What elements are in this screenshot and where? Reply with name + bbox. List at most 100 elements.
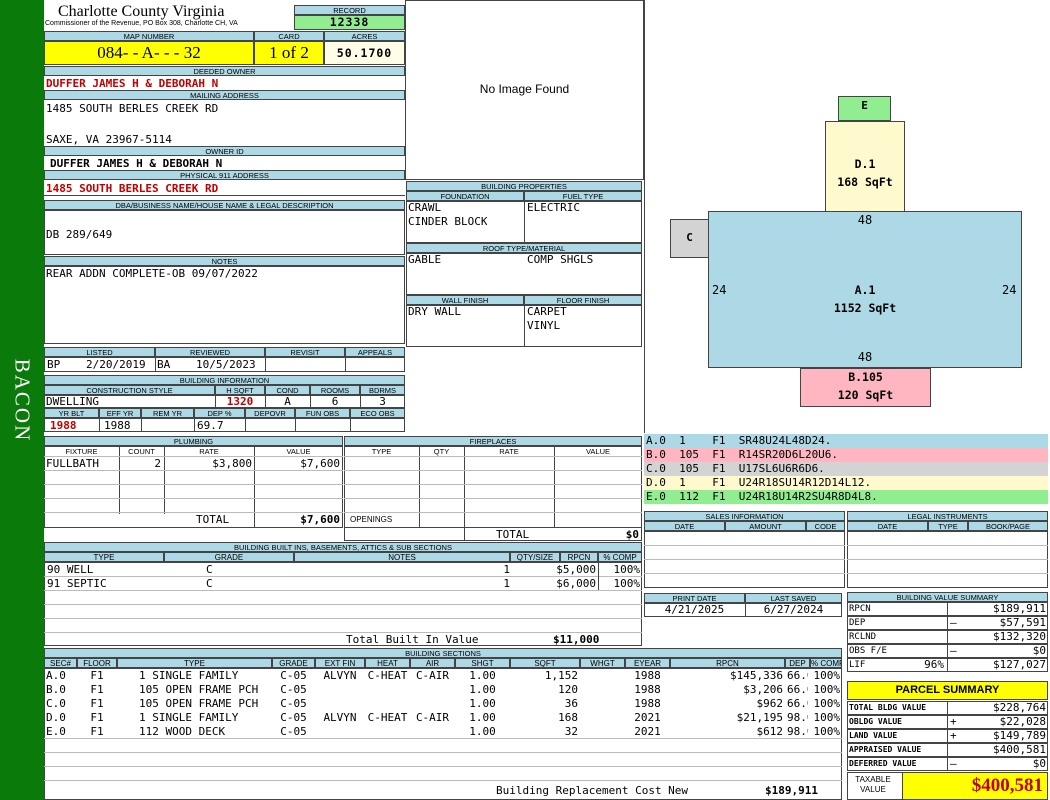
dba-label: DBA/BUSINESS NAME/HOUSE NAME & LEGAL DES…	[44, 200, 405, 210]
openings-label: OPENINGS	[350, 515, 393, 524]
dep-value: 69.7	[197, 419, 224, 432]
section-sec: C.0	[46, 697, 66, 710]
rooms-value: 6	[331, 395, 339, 408]
bvs-sign: –	[950, 645, 957, 657]
bvs-title: BUILDING VALUE SUMMARY	[847, 592, 1048, 602]
section-eyear: 1988	[634, 669, 661, 682]
sections-header-cell: SQFT	[510, 658, 580, 668]
sections-header-cell: HEAT	[365, 658, 410, 668]
section-comp: 100%	[813, 711, 841, 724]
section-grade: C-05	[280, 711, 307, 724]
legal-title: LEGAL INSTRUMENTS	[847, 511, 1048, 521]
section-eyear: 1988	[634, 697, 661, 710]
section-comp: 100%	[813, 669, 841, 682]
sections-header-cell: RPCN	[670, 658, 785, 668]
cond-value: A	[284, 395, 291, 408]
revisit-label: REVISIT	[265, 347, 345, 357]
section-floor: F1	[90, 725, 104, 738]
plumbing-value: $7,600	[300, 457, 340, 470]
section-grade: C-05	[280, 683, 307, 696]
bvs-value: $132,320	[993, 631, 1046, 643]
builtin-type: 90 WELL	[47, 563, 94, 576]
ecoobs-label: ECO OBS	[350, 408, 405, 418]
section-dep: 98.0	[787, 725, 808, 738]
section-floor: F1	[90, 669, 104, 682]
section-type: 105 OPEN FRAME PCH	[139, 683, 259, 696]
section-heat: C-HEAT	[367, 669, 408, 682]
remyr-label: REM YR	[141, 408, 194, 418]
sections-header-cell: WHGT	[580, 658, 625, 668]
bdrms-label: BDRMS	[360, 385, 405, 395]
last-saved: 6/27/2024	[763, 603, 824, 616]
sections-header-cell: AIR	[410, 658, 455, 668]
card-label: CARD	[254, 31, 324, 41]
fireplaces-total: $0	[625, 528, 639, 541]
builtins-total: $11,000	[553, 633, 600, 646]
builtins-total-label: Total Built In Value	[346, 633, 479, 646]
section-grade: C-05	[280, 669, 307, 682]
ps-label: TOTAL BLDG VALUE	[849, 703, 927, 712]
bvs-label: LIF	[849, 660, 866, 670]
section-type: 112 WOOD DECK	[139, 725, 226, 738]
bvs-pct: 96%	[924, 659, 944, 671]
builtin-qty: 1	[503, 563, 510, 576]
section-sqft: 1,152	[544, 669, 578, 682]
sections-header-cell: SEC#	[44, 658, 77, 668]
sketch-legend-row: D.0 1 F1 U24R18SU14R12D14L12.	[644, 476, 1048, 490]
section-floor: F1	[90, 697, 104, 710]
record-label: RECORD	[294, 5, 405, 15]
listed-date: 2/20/2019	[86, 358, 146, 371]
section-dep: 66.0	[787, 669, 808, 682]
building-info-title: BUILDING INFORMATION	[44, 375, 405, 385]
effyr-value: 1988	[104, 419, 131, 432]
card-number: 1 of 2	[254, 41, 324, 65]
funobs-label: FUN OBS	[295, 408, 350, 418]
section-floor: F1	[90, 683, 104, 696]
section-dep: 98.0	[787, 711, 808, 724]
ps-label: APPRAISED VALUE	[849, 745, 922, 754]
ps-value: $400,581	[993, 744, 1046, 756]
sales-title: SALES INFORMATION	[644, 511, 845, 521]
side-label: BACON	[10, 358, 35, 442]
builtin-comp: 100%	[613, 563, 641, 576]
commissioner-address: Commissioner of the Revenue, PO Box 308,…	[45, 20, 238, 27]
sketch-legend-row: A.0 1 F1 SR48U24L48D24.	[644, 434, 1048, 448]
ps-label: OBLDG VALUE	[849, 717, 902, 726]
notes-text: REAR ADDN COMPLETE-OB 09/07/2022	[46, 267, 258, 280]
section-dep: 66.0	[787, 683, 808, 696]
sections-header-cell: GRADE	[272, 658, 315, 668]
bvs-label: RPCN	[849, 604, 871, 614]
sections-header-cell: EXT FIN	[315, 658, 365, 668]
sections-header-cell: SHGT	[455, 658, 510, 668]
construction-style-label: CONSTRUCTION STYLE	[44, 385, 215, 395]
section-type: 1 SINGLE FAMILY	[139, 711, 239, 724]
section-type: 1 SINGLE FAMILY	[139, 669, 239, 682]
section-shgt: 1.00	[469, 711, 496, 724]
bvs-value: $0	[1032, 645, 1046, 657]
section-sec: E.0	[46, 725, 66, 738]
mailing-line1: 1485 SOUTH BERLES CREEK RD	[46, 102, 219, 115]
dep-label: DEP %	[194, 408, 245, 418]
physical-address: 1485 SOUTH BERLES CREEK RD	[46, 182, 219, 195]
listed-label: LISTED	[44, 347, 155, 357]
section-sqft: 36	[564, 697, 578, 710]
ps-value: $228,764	[993, 702, 1046, 714]
print-date: 4/21/2025	[664, 603, 725, 616]
dba-text: DB 289/649	[46, 228, 113, 241]
yrblt-value: 1988	[50, 419, 77, 432]
ps-sign: –	[950, 758, 957, 770]
section-sqft: 32	[564, 725, 578, 738]
sections-header-cell: EYEAR	[625, 658, 670, 668]
section-comp: 100%	[813, 725, 841, 738]
bvs-sign: –	[950, 617, 957, 629]
sketch-legend-row: C.0 105 F1 U17SL6U6R6D6.	[644, 462, 1048, 476]
builtin-grade: C	[206, 563, 213, 576]
sketch-legend-row: E.0 112 F1 U24R18U14R2SU4R8D4L8.	[644, 490, 1048, 504]
section-comp: 100%	[813, 697, 841, 710]
plumbing-total: $7,600	[300, 513, 340, 526]
section-floor: F1	[90, 711, 104, 724]
parcel-summary-title: PARCEL SUMMARY	[847, 681, 1048, 700]
bvs-value: $127,027	[993, 659, 1046, 671]
fireplaces-title: FIREPLACES	[344, 436, 642, 446]
ps-value: $149,789	[993, 730, 1046, 742]
